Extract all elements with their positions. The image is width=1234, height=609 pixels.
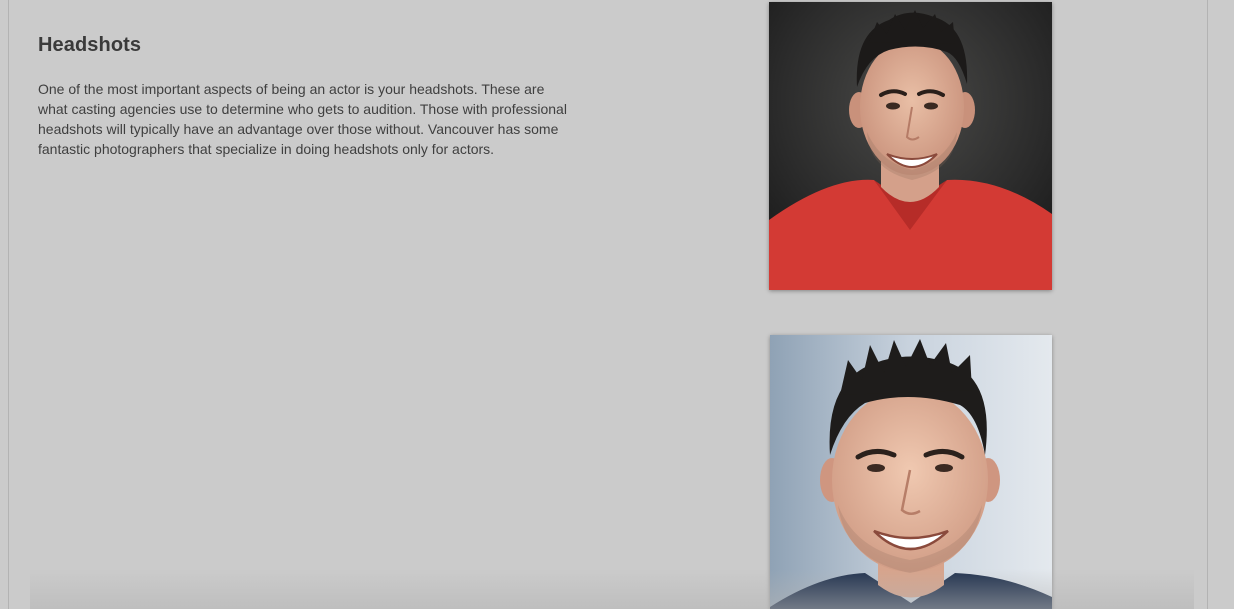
- headshot-image-1: [769, 2, 1052, 290]
- page: Headshots One of the most important aspe…: [0, 0, 1234, 609]
- headshot-photo-2: [770, 335, 1052, 609]
- section-paragraph: One of the most important aspects of bei…: [38, 81, 567, 157]
- headshot-photo-1: [769, 2, 1052, 290]
- headshot-image-2: [770, 335, 1052, 609]
- headshots-text-column: Headshots One of the most important aspe…: [38, 34, 568, 159]
- section-heading: Headshots: [38, 34, 142, 56]
